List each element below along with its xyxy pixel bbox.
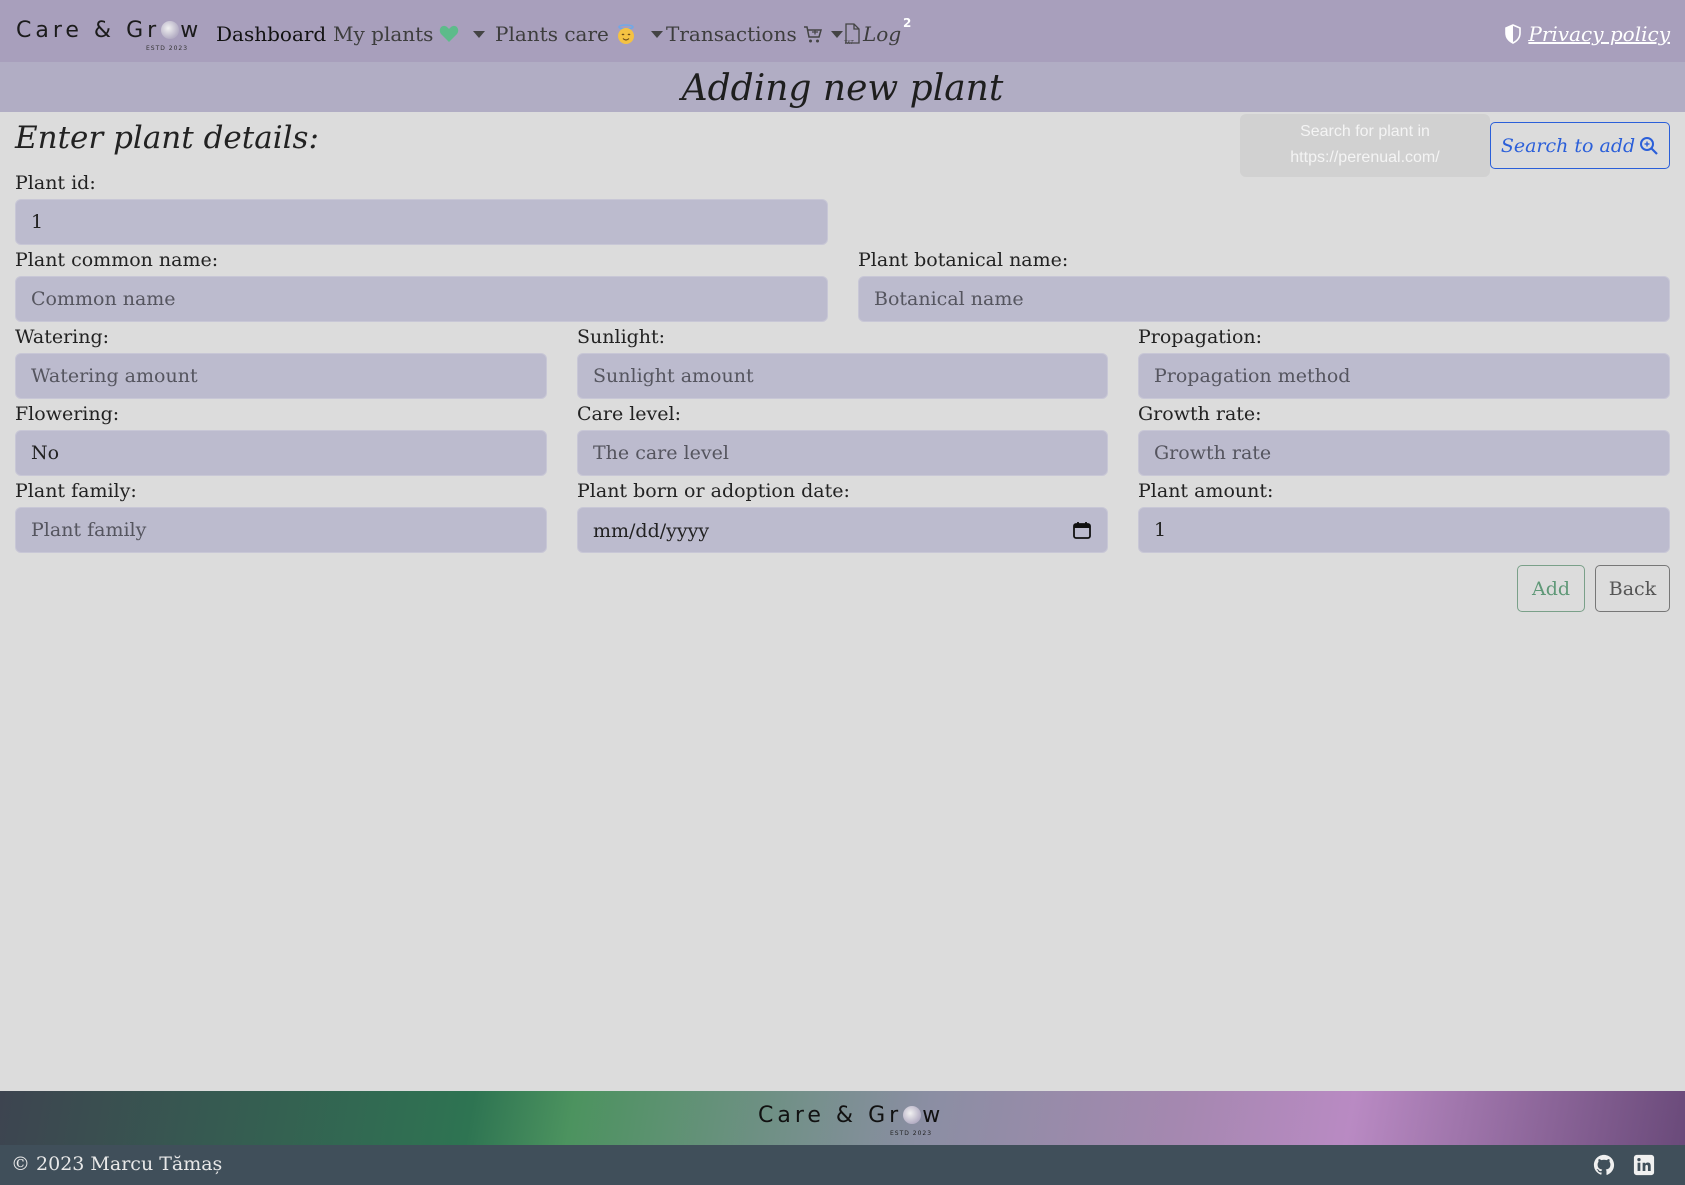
privacy-policy-label: Privacy policy xyxy=(1528,22,1670,46)
search-to-add-label: Search to add xyxy=(1500,134,1636,157)
chevron-down-icon xyxy=(473,30,486,38)
care-level-label: Care level: xyxy=(577,403,682,425)
sunlight-input[interactable] xyxy=(577,353,1108,399)
shield-icon xyxy=(1505,24,1522,44)
botanical-name-label: Plant botanical name: xyxy=(858,249,1069,271)
linkedin-icon[interactable] xyxy=(1633,1154,1655,1176)
growth-rate-label: Growth rate: xyxy=(1138,403,1262,425)
nav-plants-care-label: Plants care xyxy=(495,22,609,46)
flowering-input[interactable] xyxy=(15,430,547,476)
plant-id-label: Plant id: xyxy=(15,172,96,194)
angel-face-icon xyxy=(617,24,634,44)
search-tooltip-line2: https://perenual.com/ xyxy=(1290,149,1440,166)
nav-dashboard[interactable]: Dashboard xyxy=(216,22,326,46)
search-to-add-button[interactable]: Search to add xyxy=(1490,122,1670,169)
green-heart-icon xyxy=(440,25,459,42)
nav-transactions-label: Transactions xyxy=(666,22,797,46)
nav-dashboard-label: Dashboard xyxy=(216,22,327,46)
chevron-down-icon xyxy=(650,30,663,38)
copyright-text: © 2023 Marcu Tămaș xyxy=(11,1153,223,1175)
nav-transactions[interactable]: Transactions xyxy=(666,22,843,46)
svg-text:TXT: TXT xyxy=(844,40,854,45)
plant-amount-label: Plant amount: xyxy=(1138,480,1274,502)
nav-log[interactable]: TXT Log xyxy=(843,22,901,46)
footer-logo: Care & Gr w xyxy=(758,1103,944,1128)
botanical-name-input[interactable] xyxy=(858,276,1670,322)
plant-family-label: Plant family: xyxy=(15,480,137,502)
nav-my-plants[interactable]: My plants xyxy=(333,22,486,46)
section-heading: Enter plant details: xyxy=(15,120,319,156)
top-navbar: Care & Gr w ESTD 2023 Dashboard My plants… xyxy=(0,0,1685,62)
log-count-badge: 2 xyxy=(903,16,912,30)
common-name-input[interactable] xyxy=(15,276,828,322)
adoption-date-placeholder: mm/dd/yyyy xyxy=(593,520,710,542)
brand-text: Care & Gr xyxy=(16,18,161,43)
privacy-policy-link[interactable]: Privacy policy xyxy=(1504,22,1670,46)
globe-icon xyxy=(161,21,180,39)
github-icon[interactable] xyxy=(1593,1154,1615,1176)
chevron-down-icon xyxy=(830,30,843,38)
search-tooltip-line1: Search for plant in xyxy=(1300,123,1430,140)
plant-id-input[interactable] xyxy=(15,199,828,245)
plant-amount-input[interactable] xyxy=(1138,507,1670,553)
back-button[interactable]: Back xyxy=(1595,565,1670,612)
adoption-date-input[interactable]: mm/dd/yyyy xyxy=(577,507,1108,553)
globe-icon xyxy=(903,1106,922,1124)
nav-plants-care[interactable]: Plants care xyxy=(495,22,663,46)
add-button[interactable]: Add xyxy=(1517,565,1585,612)
adoption-date-label: Plant born or adoption date: xyxy=(577,480,850,502)
brand-logo[interactable]: Care & Gr w xyxy=(16,18,202,43)
search-icon xyxy=(1640,136,1658,155)
footer-bar: © 2023 Marcu Tămaș xyxy=(0,1145,1685,1185)
footer-brand-text: Care & Gr xyxy=(758,1103,903,1128)
sunlight-label: Sunlight: xyxy=(577,326,666,348)
footer-estd: ESTD 2023 xyxy=(890,1130,933,1137)
plant-family-input[interactable] xyxy=(15,507,547,553)
flowering-label: Flowering: xyxy=(15,403,120,425)
brand-estd: ESTD 2023 xyxy=(146,45,189,52)
watering-label: Watering: xyxy=(15,326,110,348)
care-level-input[interactable] xyxy=(577,430,1108,476)
search-tooltip: Search for plant in https://perenual.com… xyxy=(1240,114,1490,177)
footer-brand-suffix: w xyxy=(922,1103,945,1128)
propagation-input[interactable] xyxy=(1138,353,1670,399)
growth-rate-input[interactable] xyxy=(1138,430,1670,476)
brand-text-suffix: w xyxy=(180,18,203,43)
footer-brand-band: Care & Gr w ESTD 2023 xyxy=(0,1091,1685,1145)
calendar-icon[interactable] xyxy=(1073,521,1091,539)
propagation-label: Propagation: xyxy=(1138,326,1263,348)
title-band: Adding new plant xyxy=(0,62,1685,112)
page-title: Adding new plant xyxy=(681,68,1004,109)
watering-input[interactable] xyxy=(15,353,547,399)
common-name-label: Plant common name: xyxy=(15,249,219,271)
nav-log-label: Log xyxy=(863,22,902,46)
nav-my-plants-label: My plants xyxy=(333,22,434,46)
cart-icon xyxy=(803,26,822,43)
txt-file-icon: TXT xyxy=(844,23,860,45)
